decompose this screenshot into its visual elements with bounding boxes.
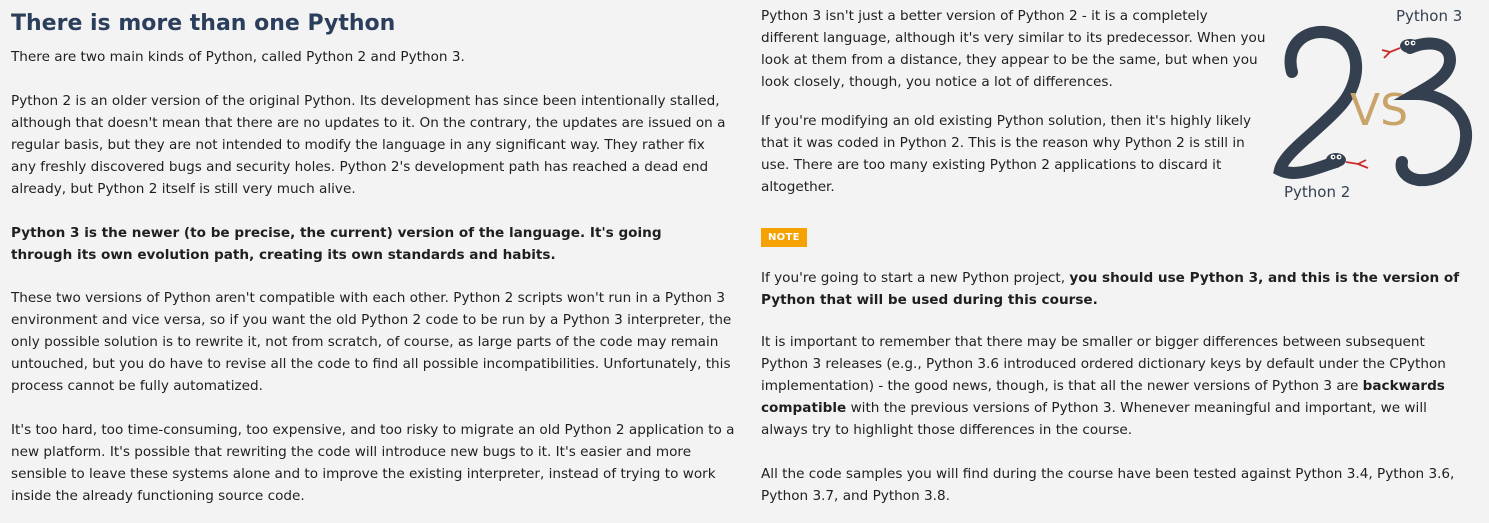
paragraph-new-project: If you're going to start a new Python pr… [761, 267, 1467, 311]
logo-graphic: Python 3 VS Python 2 [1273, 7, 1473, 201]
compat-text-b: with the previous versions of Python 3. … [761, 400, 1427, 438]
paragraph-compatibility: These two versions of Python aren't comp… [11, 290, 732, 394]
snake-two [1273, 26, 1362, 179]
label-python2: Python 2 [1284, 183, 1350, 201]
snake-three [1393, 37, 1473, 187]
page-title: There is more than one Python [11, 11, 396, 36]
snake-three-head [1400, 39, 1420, 53]
paragraph-python3-emphasis: Python 3 is the newer (to be precise, th… [11, 225, 662, 263]
new-project-lead: If you're going to start a new Python pr… [761, 270, 1066, 286]
label-vs: VS [1350, 85, 1408, 136]
paragraph-compatibility-note: It is important to remember that there m… [761, 331, 1475, 441]
paragraph-legacy: If you're modifying an old existing Pyth… [761, 113, 1252, 195]
paragraph-intro: There are two main kinds of Python, call… [11, 49, 465, 65]
note-badge: NOTE [761, 228, 807, 247]
python2-vs-python3-logo: Python 3 VS Python 2 [1270, 2, 1482, 204]
paragraph-python2: Python 2 is an older version of the orig… [11, 93, 726, 197]
label-python3: Python 3 [1396, 7, 1462, 25]
compat-text-a: It is important to remember that there m… [761, 334, 1446, 394]
snake-two-tongue [1345, 159, 1369, 169]
paragraph-migration: It's too hard, too time-consuming, too e… [11, 422, 735, 504]
paragraph-tested-versions: All the code samples you will find durin… [761, 466, 1455, 504]
snake-three-tongue [1381, 47, 1401, 59]
snake-two-head [1326, 153, 1346, 167]
paragraph-different-language: Python 3 isn't just a better version of … [761, 8, 1266, 90]
